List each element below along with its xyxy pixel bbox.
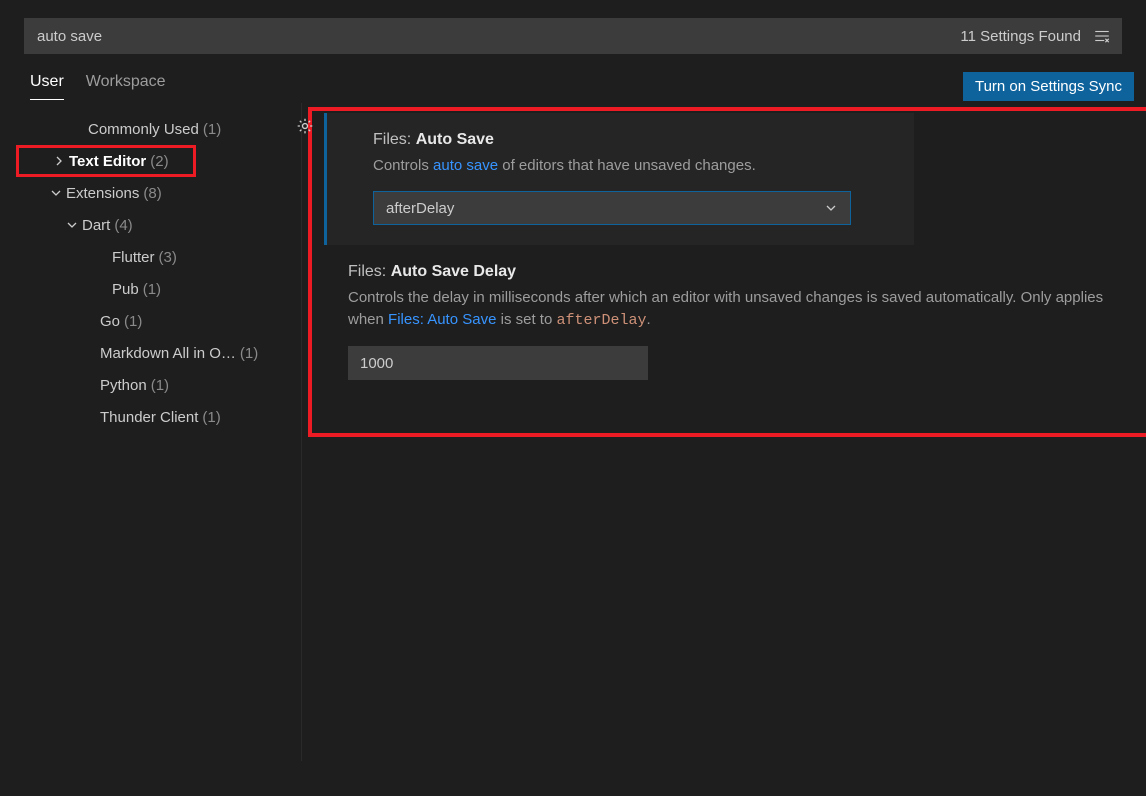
chevron-down-icon [824, 201, 838, 215]
chevron-spacer [82, 409, 98, 425]
tree-item-count: (1) [124, 313, 142, 330]
auto-save-select[interactable]: afterDelay [373, 191, 851, 225]
settings-sync-button[interactable]: Turn on Settings Sync [963, 72, 1134, 101]
tree-item-dart[interactable]: Dart (4) [0, 209, 301, 241]
settings-tree: Commonly Used (1)Text Editor (2)Extensio… [0, 103, 302, 761]
tree-item-count: (1) [143, 281, 161, 298]
settings-body: Commonly Used (1)Text Editor (2)Extensio… [0, 103, 1146, 761]
chevron-spacer [94, 249, 110, 265]
tree-item-count: (8) [143, 185, 161, 202]
setting-title: Files: Auto Save [373, 131, 890, 149]
tree-item-count: (3) [159, 249, 177, 266]
chevron-right-icon [51, 153, 67, 169]
tree-item-count: (2) [150, 153, 168, 170]
doc-link[interactable]: Files: Auto Save [388, 311, 496, 328]
chevron-spacer [94, 281, 110, 297]
tab-workspace[interactable]: Workspace [86, 73, 166, 100]
tree-item-count: (1) [202, 409, 220, 426]
auto-save-delay-input[interactable] [348, 346, 648, 380]
setting-name: Auto Save [416, 131, 494, 148]
setting-description: Controls auto save of editors that have … [373, 155, 890, 177]
settings-content: Files: Auto Save Controls auto save of e… [302, 103, 1146, 761]
chevron-down-icon [64, 217, 80, 233]
settings-scope-row: User Workspace Turn on Settings Sync [0, 54, 1146, 101]
doc-link[interactable]: auto save [433, 157, 498, 174]
search-results-count: 11 Settings Found [950, 28, 1091, 45]
tree-item-label: Dart [82, 217, 110, 234]
tree-item-label: Thunder Client [100, 409, 198, 426]
setting-files-auto-save: Files: Auto Save Controls auto save of e… [324, 113, 914, 245]
setting-category: Files: [348, 263, 386, 280]
chevron-spacer [82, 377, 98, 393]
chevron-spacer [70, 121, 86, 137]
chevron-spacer [82, 345, 98, 361]
tree-item-markdown-all-in-o[interactable]: Markdown All in O… (1) [0, 337, 301, 369]
tree-item-label: Go [100, 313, 120, 330]
tree-item-python[interactable]: Python (1) [0, 369, 301, 401]
setting-title: Files: Auto Save Delay [348, 263, 1106, 281]
tree-item-thunder-client[interactable]: Thunder Client (1) [0, 401, 301, 433]
scope-tabs: User Workspace [30, 73, 166, 100]
tree-item-count: (1) [203, 121, 221, 138]
code-literal: afterDelay [556, 312, 646, 329]
tree-item-label: Pub [112, 281, 139, 298]
tree-item-count: (4) [114, 217, 132, 234]
select-value: afterDelay [386, 200, 454, 217]
tree-item-go[interactable]: Go (1) [0, 305, 301, 337]
tree-item-text-editor[interactable]: Text Editor (2) [16, 145, 196, 177]
tree-item-count: (1) [151, 377, 169, 394]
tab-user[interactable]: User [30, 73, 64, 100]
settings-search-input[interactable] [25, 20, 950, 53]
tree-item-extensions[interactable]: Extensions (8) [0, 177, 301, 209]
chevron-down-icon [48, 185, 64, 201]
settings-search-bar: 11 Settings Found [24, 18, 1122, 54]
tree-item-label: Extensions [66, 185, 139, 202]
tree-item-pub[interactable]: Pub (1) [0, 273, 301, 305]
gear-icon[interactable] [294, 115, 316, 137]
clear-filter-icon[interactable] [1091, 25, 1113, 47]
chevron-spacer [82, 313, 98, 329]
tree-item-label: Commonly Used [88, 121, 199, 138]
tree-item-label: Text Editor [69, 153, 146, 170]
tree-item-label: Flutter [112, 249, 155, 266]
tree-item-commonly-used[interactable]: Commonly Used (1) [0, 113, 301, 145]
tree-item-label: Markdown All in O… [100, 345, 236, 362]
setting-files-auto-save-delay: Files: Auto Save Delay Controls the dela… [326, 245, 1146, 400]
tree-item-label: Python [100, 377, 147, 394]
setting-category: Files: [373, 131, 411, 148]
tree-item-flutter[interactable]: Flutter (3) [0, 241, 301, 273]
tree-item-count: (1) [240, 345, 258, 362]
setting-description: Controls the delay in milliseconds after… [348, 287, 1106, 332]
setting-name: Auto Save Delay [391, 263, 516, 280]
